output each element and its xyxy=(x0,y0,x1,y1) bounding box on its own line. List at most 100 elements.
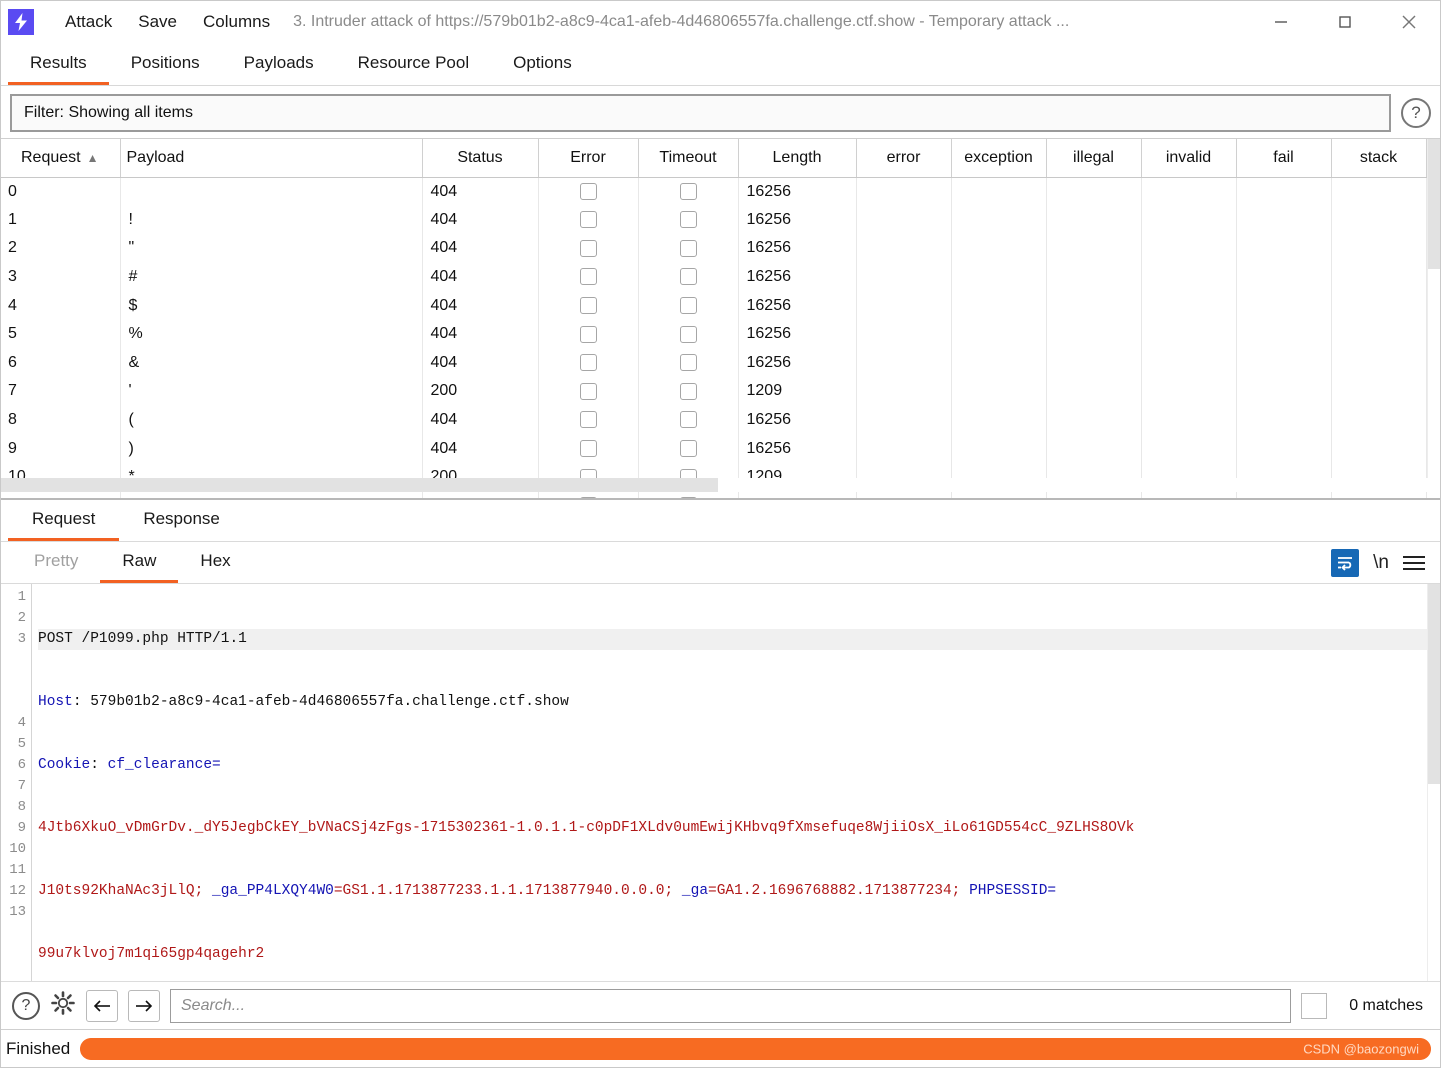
checkbox[interactable] xyxy=(679,182,697,200)
column-header-error-match[interactable]: error xyxy=(856,139,952,178)
gear-icon[interactable] xyxy=(50,990,76,1021)
checkbox[interactable] xyxy=(679,211,697,229)
scroll-thumb[interactable] xyxy=(1428,139,1441,269)
tab-hex[interactable]: Hex xyxy=(178,542,252,583)
search-bar: ? Search... 0 matches xyxy=(0,982,1441,1030)
tab-resource-pool[interactable]: Resource Pool xyxy=(336,44,492,85)
table-row[interactable]: 4 $404 16256 xyxy=(0,291,1427,320)
table-row[interactable]: 11+200 1218 xyxy=(0,491,1427,498)
checkbox[interactable] xyxy=(579,296,597,314)
word-wrap-icon[interactable] xyxy=(1331,548,1360,577)
cell-timeout-checkbox xyxy=(638,205,739,235)
table-row[interactable]: 2 " 404 16256 xyxy=(0,234,1427,263)
search-input[interactable]: Search... xyxy=(170,988,1292,1023)
checkbox[interactable] xyxy=(579,268,597,286)
tab-response[interactable]: Response xyxy=(119,500,244,541)
arrow-right-icon[interactable] xyxy=(128,989,160,1022)
menu-save[interactable]: Save xyxy=(125,12,190,32)
table-row[interactable]: 7 ' 200 1209 xyxy=(0,377,1427,406)
cell-payload: % xyxy=(120,319,423,349)
checkbox[interactable] xyxy=(679,382,697,400)
tab-options[interactable]: Options xyxy=(491,44,594,85)
scroll-thumb[interactable] xyxy=(1428,584,1441,784)
line-number-blank xyxy=(0,692,31,713)
column-header-payload[interactable]: Payload xyxy=(120,139,423,178)
checkbox[interactable] xyxy=(679,497,697,498)
scroll-thumb[interactable] xyxy=(0,478,718,492)
table-header-row: Request ▲ Payload Status Error Timeout Le… xyxy=(0,139,1427,178)
menu-attack[interactable]: Attack xyxy=(52,12,125,32)
table-row[interactable]: 5% 404 16256 xyxy=(0,319,1427,349)
raw-vertical-scrollbar[interactable] xyxy=(1427,584,1441,981)
checkbox[interactable] xyxy=(579,411,597,429)
checkbox[interactable] xyxy=(679,354,697,372)
help-question-icon[interactable]: ? xyxy=(1401,98,1431,128)
cell-match-fail xyxy=(1236,405,1332,435)
line-number: 6 xyxy=(17,757,26,773)
table-row[interactable]: 8(404 16256 xyxy=(0,405,1427,435)
search-option-checkbox[interactable] xyxy=(1301,992,1328,1019)
checkbox[interactable] xyxy=(579,325,597,343)
checkbox[interactable] xyxy=(679,439,697,457)
hamburger-menu-icon[interactable] xyxy=(1403,555,1425,570)
table-row[interactable]: 9) 404 16256 xyxy=(0,434,1427,463)
column-header-illegal-match[interactable]: illegal xyxy=(1046,139,1142,178)
checkbox[interactable] xyxy=(679,239,697,257)
checkbox[interactable] xyxy=(679,268,697,286)
line-number: 13 xyxy=(9,904,26,920)
checkbox[interactable] xyxy=(679,325,697,343)
cell-timeout-checkbox xyxy=(638,491,739,498)
checkbox[interactable] xyxy=(679,296,697,314)
column-header-invalid-match[interactable]: invalid xyxy=(1141,139,1237,178)
checkbox[interactable] xyxy=(579,439,597,457)
close-icon[interactable] xyxy=(1377,0,1441,44)
cell-payload: ( xyxy=(120,405,423,435)
table-row[interactable]: 0 404 16256 xyxy=(0,177,1427,206)
request-raw-viewer[interactable]: 1 2 3 4 5 6 7 8 9 10 11 12 13 POST /P1099.php HTTP/1… xyxy=(0,584,1441,982)
table-row[interactable]: 6 & 404 16256 xyxy=(0,348,1427,378)
cell-timeout-checkbox xyxy=(638,377,739,406)
column-header-error[interactable]: Error xyxy=(538,139,639,178)
tab-pretty[interactable]: Pretty xyxy=(12,542,100,583)
raw-line-1: POST /P1099.php HTTP/1.1 xyxy=(38,629,1441,650)
newline-icon[interactable]: \n xyxy=(1373,552,1389,574)
checkbox[interactable] xyxy=(579,182,597,200)
checkbox[interactable] xyxy=(579,497,597,498)
cell-match-error xyxy=(856,177,952,206)
column-header-length[interactable]: Length xyxy=(738,139,857,178)
cell-timeout-checkbox xyxy=(638,348,739,378)
cell-payload: $ xyxy=(120,291,423,320)
table-row[interactable]: 3 #404 16256 xyxy=(0,262,1427,292)
menu-columns[interactable]: Columns xyxy=(190,12,283,32)
help-question-icon[interactable]: ? xyxy=(12,991,40,1020)
tab-request[interactable]: Request xyxy=(8,500,120,541)
checkbox[interactable] xyxy=(579,239,597,257)
column-header-status[interactable]: Status xyxy=(422,139,539,178)
checkbox[interactable] xyxy=(679,411,697,429)
tab-raw[interactable]: Raw xyxy=(100,542,179,583)
arrow-left-icon[interactable] xyxy=(86,989,118,1022)
request-method-line: POST xyxy=(38,631,73,647)
filter-bar[interactable]: Filter: Showing all items xyxy=(10,94,1391,132)
results-horizontal-scrollbar[interactable] xyxy=(0,478,1441,492)
tab-positions[interactable]: Positions xyxy=(109,44,222,85)
checkbox[interactable] xyxy=(579,354,597,372)
checkbox[interactable] xyxy=(579,382,597,400)
request-raw-text[interactable]: POST /P1099.php HTTP/1.1 Host: 579b01b2-… xyxy=(32,584,1441,981)
cell-match-stack xyxy=(1331,348,1427,378)
minimize-icon[interactable] xyxy=(1249,0,1313,44)
tab-payloads[interactable]: Payloads xyxy=(222,44,336,85)
table-row[interactable]: 1! 404 16256 xyxy=(0,205,1427,235)
column-header-fail-match[interactable]: fail xyxy=(1236,139,1332,178)
cell-match-error xyxy=(856,205,952,235)
column-header-stack-match[interactable]: stack xyxy=(1331,139,1427,178)
column-header-exception-match[interactable]: exception xyxy=(951,139,1047,178)
column-header-request[interactable]: Request ▲ xyxy=(0,139,121,178)
tab-results[interactable]: Results xyxy=(8,44,109,85)
line-number: 5 xyxy=(17,736,26,752)
results-vertical-scrollbar[interactable] xyxy=(1427,139,1441,478)
cell-match-invalid xyxy=(1141,234,1237,263)
maximize-icon[interactable] xyxy=(1313,0,1377,44)
column-header-timeout[interactable]: Timeout xyxy=(638,139,739,178)
checkbox[interactable] xyxy=(579,211,597,229)
